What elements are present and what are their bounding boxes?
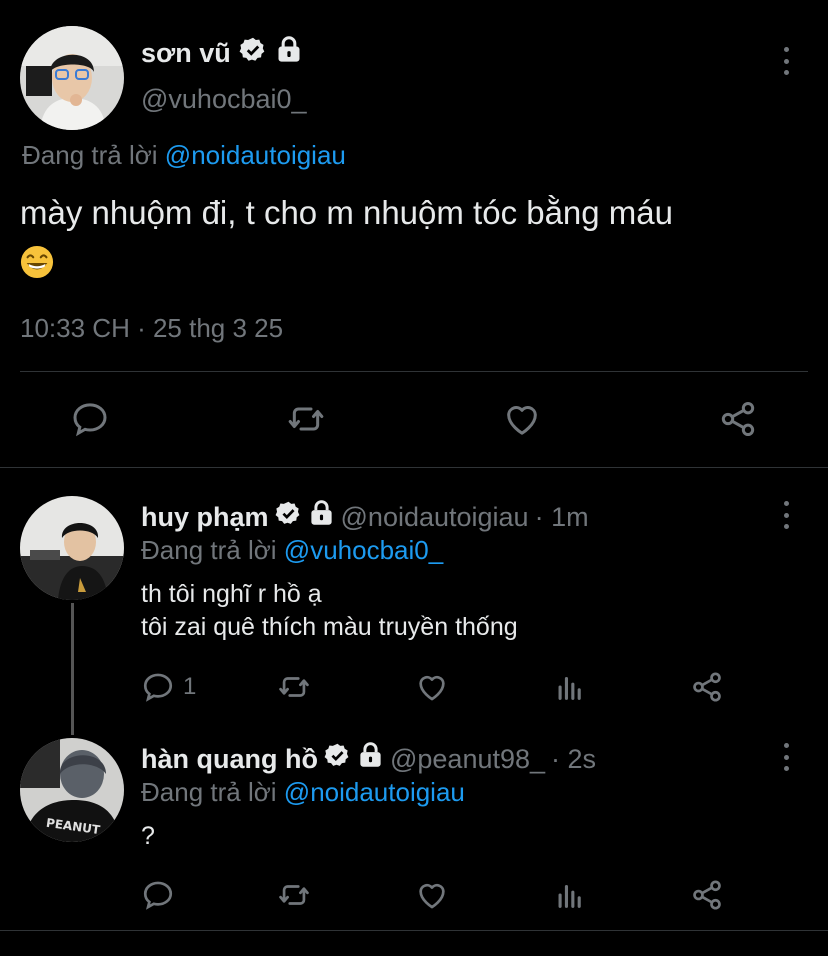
reply-author-name[interactable]: huy phạm	[141, 502, 269, 533]
lock-icon	[357, 742, 384, 776]
reply-author-avatar[interactable]: PEANUT	[20, 738, 124, 842]
tweet-text: mày nhuộm đi, t cho m nhuộm tóc bằng máu	[20, 188, 810, 286]
reply-text-line: tôi zai quê thích màu truyền thống	[141, 613, 518, 641]
reply-author-handle[interactable]: @peanut98_	[390, 744, 545, 775]
reply-header: huy phạm @noidautoigiau · 1m	[141, 500, 589, 534]
retweet-icon[interactable]	[277, 878, 311, 912]
divider	[20, 371, 808, 372]
share-icon[interactable]	[690, 878, 724, 912]
reply-time[interactable]: · 2s	[551, 744, 596, 775]
like-icon[interactable]	[415, 878, 449, 912]
reply-icon[interactable]	[70, 399, 110, 439]
more-options-icon[interactable]	[779, 47, 793, 75]
retweet-icon[interactable]	[277, 670, 311, 704]
author-name[interactable]: sơn vũ	[141, 38, 231, 69]
share-icon[interactable]	[690, 670, 724, 704]
divider	[0, 930, 828, 931]
lock-icon	[275, 36, 303, 71]
reply-button[interactable]: 1	[141, 670, 196, 704]
reply-text: th tôi nghĩ r hồ ạ tôi zai quê thích màu…	[141, 578, 518, 644]
divider	[0, 467, 828, 468]
reply-icon[interactable]	[141, 670, 175, 704]
like-icon[interactable]	[415, 670, 449, 704]
like-icon[interactable]	[502, 399, 542, 439]
reply-header: hàn quang hồ @peanut98_ · 2s	[141, 742, 596, 776]
analytics-icon[interactable]	[553, 670, 587, 704]
reply-author-name[interactable]: hàn quang hồ	[141, 744, 318, 775]
replying-to-row: Đang trả lời @noidautoigiau	[141, 777, 465, 808]
reply-time[interactable]: · 1m	[535, 502, 589, 533]
replying-to-link[interactable]: @noidautoigiau	[165, 140, 346, 170]
lock-icon	[308, 500, 335, 534]
verified-badge-icon	[239, 36, 267, 71]
reply-author-handle[interactable]: @noidautoigiau	[341, 502, 529, 533]
reply-text: ?	[141, 820, 155, 853]
tweet-body: mày nhuộm đi, t cho m nhuộm tóc bằng máu	[20, 194, 674, 231]
verified-badge-icon	[324, 742, 351, 776]
tweet-timestamp[interactable]: 10:33 CH · 25 thg 3 25	[20, 313, 283, 344]
author-name-row[interactable]: sơn vũ	[141, 36, 303, 71]
replying-prefix: Đang trả lời	[141, 777, 277, 807]
reply-icon[interactable]	[141, 878, 175, 912]
reply-count: 1	[183, 673, 197, 700]
share-icon[interactable]	[718, 399, 758, 439]
author-handle[interactable]: @vuhocbai0_	[141, 84, 307, 115]
more-options-icon[interactable]	[779, 501, 793, 529]
thread-connector-line	[71, 603, 74, 735]
replying-prefix: Đang trả lời	[141, 535, 277, 565]
more-options-icon[interactable]	[779, 743, 793, 771]
analytics-icon[interactable]	[553, 878, 587, 912]
reply-author-avatar[interactable]	[20, 496, 124, 600]
retweet-icon[interactable]	[286, 399, 326, 439]
grinning-face-emoji-icon	[20, 243, 54, 279]
author-avatar[interactable]	[20, 26, 124, 130]
replying-to-link[interactable]: @vuhocbai0_	[284, 535, 443, 565]
verified-badge-icon	[275, 500, 302, 534]
replying-to-row: Đang trả lời @noidautoigiau	[22, 140, 346, 171]
replying-to-link[interactable]: @noidautoigiau	[284, 777, 465, 807]
reply-text-line: th tôi nghĩ r hồ ạ	[141, 580, 322, 608]
replying-prefix: Đang trả lời	[22, 140, 158, 170]
replying-to-row: Đang trả lời @vuhocbai0_	[141, 535, 443, 566]
reply-text-line: ?	[141, 822, 155, 850]
